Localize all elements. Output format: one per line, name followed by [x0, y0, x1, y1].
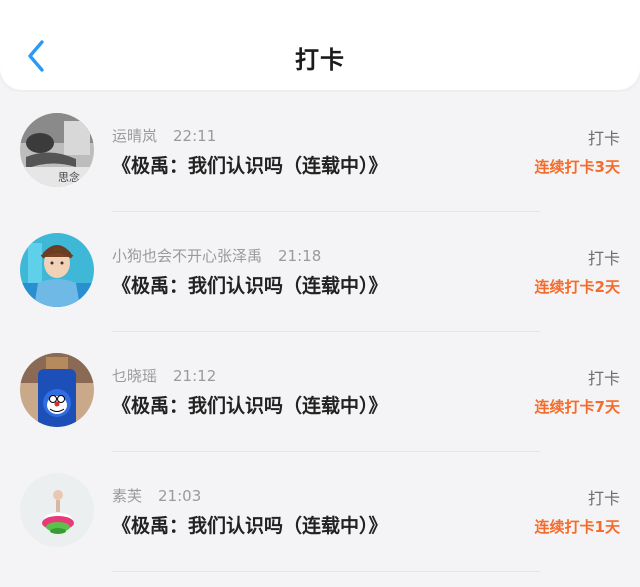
timestamp: 22:11 [173, 127, 217, 145]
streak-badge: 连续打卡3天 [534, 158, 620, 176]
avatar-caption: 思念 [58, 170, 80, 184]
record-meta: 素芙 21:03 [112, 485, 201, 506]
book-title[interactable]: 《极禹：我们认识吗（连载中）》 [112, 271, 388, 298]
streak-badge: 连续打卡1天 [534, 518, 620, 536]
avatar[interactable] [20, 473, 94, 547]
list-item[interactable]: 小狗也会不开心张泽禹 21:18 《极禹：我们认识吗（连载中）》 打卡 连续打卡2… [0, 212, 640, 332]
divider [112, 571, 540, 572]
checkin-label: 打卡 [587, 369, 620, 388]
record-meta: 乜晓瑶 21:12 [112, 365, 216, 386]
username[interactable]: 素芙 [112, 487, 142, 505]
header-bar: 打卡 [0, 0, 640, 90]
record-meta: 小狗也会不开心张泽禹 21:18 [112, 245, 321, 266]
checkin-label: 打卡 [587, 249, 620, 268]
book-title[interactable]: 《极禹：我们认识吗（连载中）》 [112, 511, 388, 538]
streak-badge: 连续打卡7天 [534, 398, 620, 416]
avatar[interactable] [20, 353, 94, 427]
username[interactable]: 运晴岚 [112, 127, 157, 145]
page-title: 打卡 [295, 46, 345, 74]
checkin-label: 打卡 [587, 129, 620, 148]
checkin-label: 打卡 [587, 489, 620, 508]
avatar[interactable] [20, 233, 94, 307]
list-item[interactable]: 乜晓瑶 21:12 《极禹：我们认识吗（连载中）》 打卡 连续打卡7天 [0, 332, 640, 452]
username[interactable]: 乜晓瑶 [112, 367, 157, 385]
avatar[interactable]: 思念 [20, 113, 94, 187]
list-item[interactable]: 素芙 21:03 《极禹：我们认识吗（连载中）》 打卡 连续打卡1天 [0, 452, 640, 572]
book-title[interactable]: 《极禹：我们认识吗（连载中）》 [112, 151, 388, 178]
checkin-list: 思念 运晴岚 22:11 《极禹：我们认识吗（连载中）》 打卡 连续打卡3天 小… [0, 92, 640, 572]
username[interactable]: 小狗也会不开心张泽禹 [112, 247, 262, 265]
list-item[interactable]: 思念 运晴岚 22:11 《极禹：我们认识吗（连载中）》 打卡 连续打卡3天 [0, 92, 640, 212]
streak-badge: 连续打卡2天 [534, 278, 620, 296]
timestamp: 21:12 [173, 367, 217, 385]
timestamp: 21:18 [278, 247, 322, 265]
timestamp: 21:03 [158, 487, 202, 505]
book-title[interactable]: 《极禹：我们认识吗（连载中）》 [112, 391, 388, 418]
record-meta: 运晴岚 22:11 [112, 125, 216, 146]
